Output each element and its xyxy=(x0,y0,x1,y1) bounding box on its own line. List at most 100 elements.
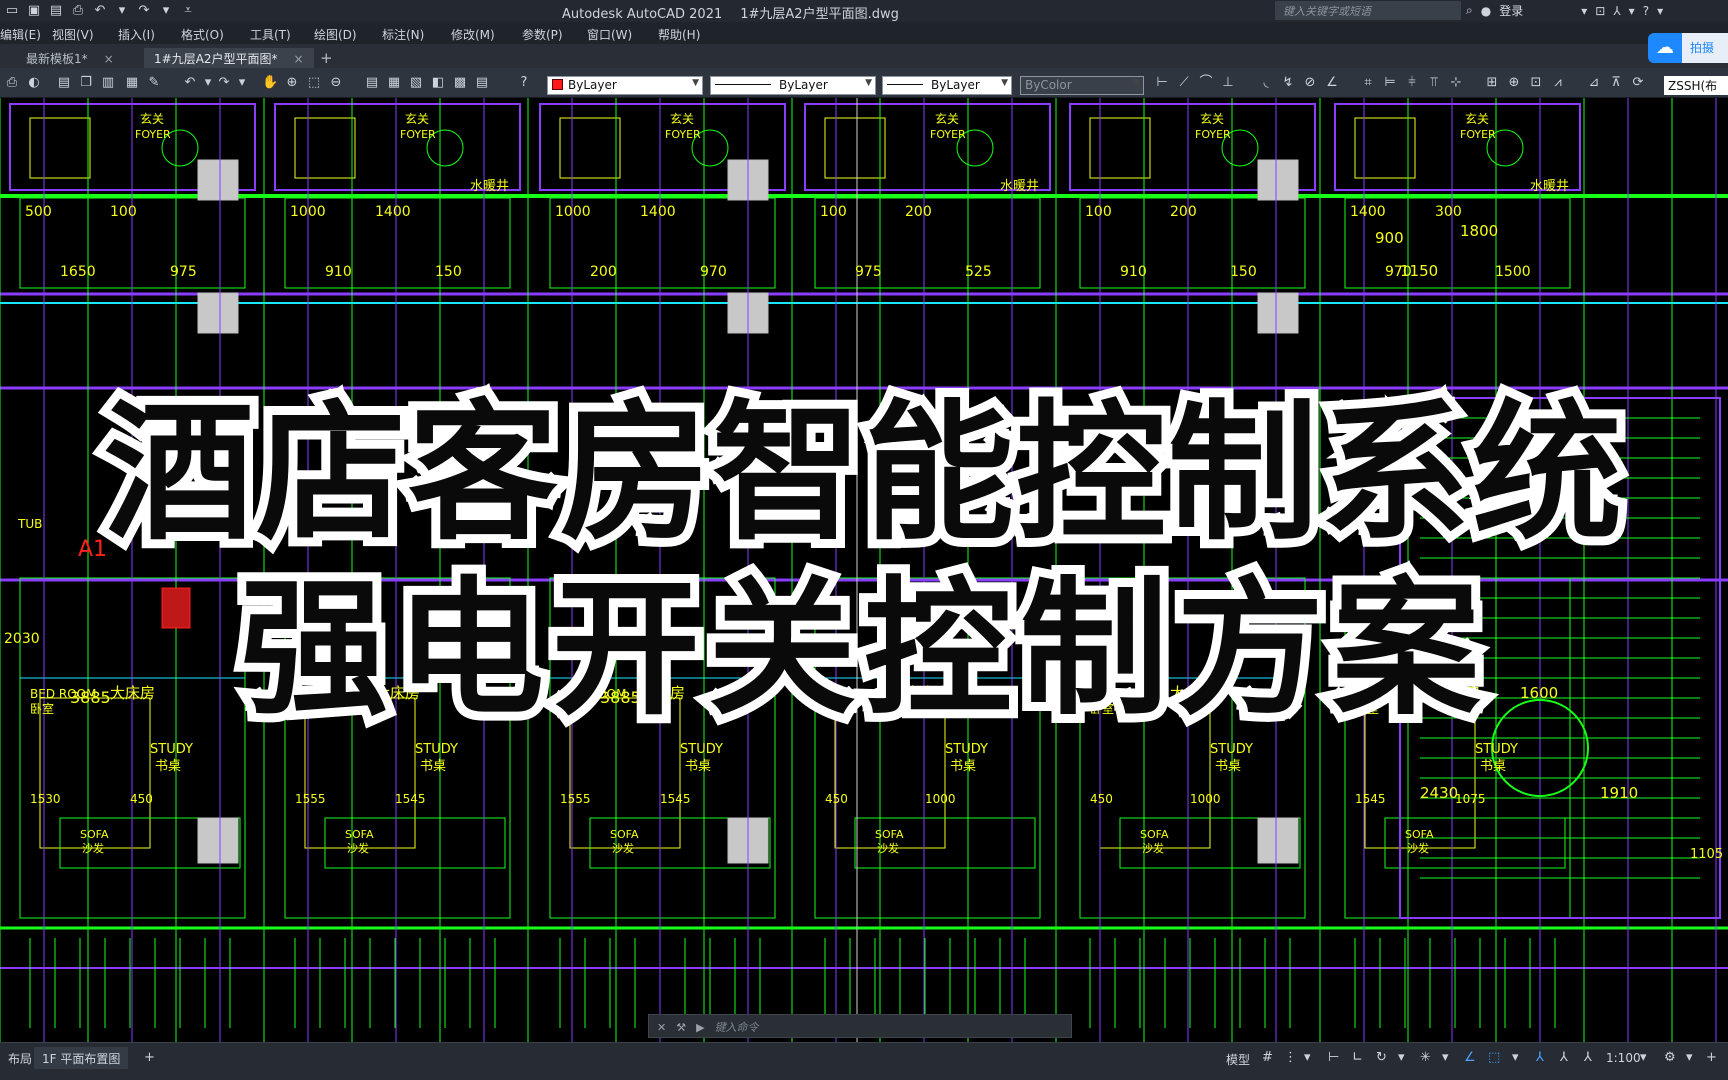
help-icon[interactable]: ? xyxy=(1643,4,1649,18)
saveas-icon[interactable]: ▤ xyxy=(48,3,64,19)
chevron-down-icon[interactable]: ▾ xyxy=(1512,1050,1519,1065)
menu-edit[interactable]: 编辑(E) xyxy=(0,26,41,43)
linetype-dropdown[interactable]: ByLayer ▼ xyxy=(710,76,876,95)
close-icon[interactable]: × xyxy=(104,52,114,66)
annotation-visibility-icon[interactable]: ⅄ xyxy=(1536,1050,1544,1065)
login-link[interactable]: 登录 xyxy=(1499,2,1523,19)
arc-length-icon[interactable]: ⌒ xyxy=(1198,75,1214,91)
color-dropdown[interactable]: ByLayer ▼ xyxy=(547,76,703,95)
dim-break-icon[interactable]: ⊹ xyxy=(1448,75,1464,91)
menu-help[interactable]: 帮助(H) xyxy=(658,26,700,43)
cloud-capture-button[interactable]: 拍摄 xyxy=(1682,33,1728,63)
angular-icon[interactable]: ∠ xyxy=(1324,75,1340,91)
isodraft-icon[interactable]: ✳ xyxy=(1420,1050,1431,1065)
preview-icon[interactable]: ▤ xyxy=(56,75,72,91)
aligned-dimension-icon[interactable]: ⟋ xyxy=(1176,75,1192,91)
menu-draw[interactable]: 绘图(D) xyxy=(314,26,357,43)
menu-view[interactable]: 视图(V) xyxy=(52,26,94,43)
calculator-icon[interactable]: ▤ xyxy=(474,75,490,91)
brush-icon[interactable]: ✎ xyxy=(146,75,162,91)
dim-edit-icon[interactable]: ⊿ xyxy=(1586,75,1602,91)
menu-parameter[interactable]: 参数(P) xyxy=(522,26,563,43)
add-layout-icon[interactable]: + xyxy=(144,1050,155,1065)
command-line[interactable]: ✕ ⚒ ▶ 键入命令 xyxy=(648,1014,1072,1038)
cart-icon[interactable]: ⊡ xyxy=(1595,4,1605,18)
menu-tools[interactable]: 工具(T) xyxy=(250,26,291,43)
drawing-canvas[interactable]: 玄关 FOYER 500 100 1650 975 BED ROOM 卧室 大床房 3885 STU… xyxy=(0,98,1728,1042)
help-icon[interactable]: ? xyxy=(516,75,532,91)
sheet-set-icon[interactable]: ◧ xyxy=(430,75,446,91)
properties-icon[interactable]: ▤ xyxy=(364,75,380,91)
inspection-icon[interactable]: ⊡ xyxy=(1528,75,1544,91)
match-properties-icon[interactable]: ▦ xyxy=(124,75,140,91)
save-icon[interactable]: ▣ xyxy=(26,3,42,19)
redo-icon[interactable]: ↷ xyxy=(136,3,152,19)
baseline-icon[interactable]: ⊨ xyxy=(1382,75,1398,91)
center-mark-icon[interactable]: ⊕ xyxy=(1506,75,1522,91)
model-space-button[interactable]: 模型 xyxy=(1226,1051,1250,1068)
print-icon[interactable]: ⎙ xyxy=(70,3,86,19)
infer-constraints-icon[interactable]: ⊢ xyxy=(1328,1050,1339,1065)
grid-icon[interactable]: # xyxy=(1262,1050,1273,1065)
undo-icon[interactable]: ↶ xyxy=(92,3,108,19)
zoom-window-icon[interactable]: ⬚ xyxy=(306,75,322,91)
chevron-down-icon[interactable]: ▾ xyxy=(234,75,250,91)
object-snap-tracking-icon[interactable]: ∠ xyxy=(1464,1050,1476,1065)
jog-line-icon[interactable]: ⩘ xyxy=(1550,75,1566,91)
continue-icon[interactable]: ⫩ xyxy=(1404,75,1420,91)
print-icon[interactable]: ⎙ xyxy=(4,75,20,91)
customize-qa-icon[interactable]: ⩡ xyxy=(180,3,196,19)
chevron-down-icon[interactable]: ▾ xyxy=(1686,1050,1693,1065)
zoom-previous-icon[interactable]: ⊖ xyxy=(328,75,344,91)
tab-floorplan[interactable]: 1#九层A2户型平面图* × xyxy=(144,48,314,68)
chevron-down-icon[interactable]: ▾ xyxy=(1398,1050,1405,1065)
tool-palette-icon[interactable]: ▧ xyxy=(408,75,424,91)
menu-window[interactable]: 窗口(W) xyxy=(587,26,632,43)
object-snap-icon[interactable]: ⬚ xyxy=(1488,1050,1500,1065)
diameter-icon[interactable]: ⊘ xyxy=(1302,75,1318,91)
undo-dropdown-icon[interactable]: ▾ xyxy=(114,3,130,19)
lineweight-dropdown[interactable]: ByLayer ▼ xyxy=(882,76,1012,95)
menu-dimension[interactable]: 标注(N) xyxy=(382,26,424,43)
copy-icon[interactable]: ❐ xyxy=(78,75,94,91)
ortho-icon[interactable]: ∟ xyxy=(1352,1050,1363,1065)
polar-icon[interactable]: ↻ xyxy=(1376,1050,1387,1065)
markup-icon[interactable]: ▩ xyxy=(452,75,468,91)
chevron-down-icon[interactable]: ▾ xyxy=(1629,4,1635,18)
tab-template[interactable]: 最新模板1* × xyxy=(16,48,124,68)
quick-dim-icon[interactable]: ⌗ xyxy=(1360,75,1376,91)
jogged-icon[interactable]: ↯ xyxy=(1280,75,1296,91)
cloud-icon[interactable]: ☁ xyxy=(1648,33,1682,63)
linear-dimension-icon[interactable]: ⊢ xyxy=(1154,75,1170,91)
close-icon[interactable]: × xyxy=(294,52,304,66)
plus-icon[interactable]: + xyxy=(1706,1050,1717,1065)
zoom-realtime-icon[interactable]: ⊕ xyxy=(284,75,300,91)
open-file-icon[interactable]: ▭ xyxy=(4,3,20,19)
chevron-down-icon[interactable]: ▾ xyxy=(1442,1050,1449,1065)
layout-tab-1f-plan[interactable]: 1F 平面布置图 xyxy=(34,1047,129,1069)
paste-icon[interactable]: ▥ xyxy=(100,75,116,91)
exchange-icon[interactable]: ⅄ xyxy=(1613,4,1620,18)
search-icon[interactable]: ⌕ xyxy=(1466,3,1473,18)
chevron-down-icon[interactable]: ▾ xyxy=(200,75,216,91)
auto-scale-icon[interactable]: ⅄ xyxy=(1560,1050,1568,1065)
dim-style-dropdown[interactable]: ZSSH(布 xyxy=(1664,76,1728,95)
close-icon[interactable]: ✕ xyxy=(657,1021,666,1034)
dim-update-icon[interactable]: ⟳ xyxy=(1630,75,1646,91)
publish-icon[interactable]: ◐ xyxy=(26,75,42,91)
chevron-down-icon[interactable]: ▾ xyxy=(1304,1050,1311,1065)
design-center-icon[interactable]: ▦ xyxy=(386,75,402,91)
user-icon[interactable]: ● xyxy=(1481,4,1491,18)
dim-text-edit-icon[interactable]: ⊼ xyxy=(1608,75,1624,91)
chevron-down-icon[interactable]: ▾ xyxy=(1581,4,1587,18)
annotation-scale-value[interactable]: 1:100 xyxy=(1606,1051,1641,1065)
menu-insert[interactable]: 插入(I) xyxy=(118,26,155,43)
dim-space-icon[interactable]: ⫪ xyxy=(1426,75,1442,91)
ordinate-icon[interactable]: ⊥ xyxy=(1220,75,1236,91)
menu-modify[interactable]: 修改(M) xyxy=(451,26,495,43)
wrench-icon[interactable]: ⚒ xyxy=(676,1021,686,1034)
menu-format[interactable]: 格式(O) xyxy=(181,26,224,43)
undo-icon[interactable]: ↶ xyxy=(182,75,198,91)
snap-icon[interactable]: ⋮ xyxy=(1284,1050,1297,1065)
redo-icon[interactable]: ↷ xyxy=(216,75,232,91)
